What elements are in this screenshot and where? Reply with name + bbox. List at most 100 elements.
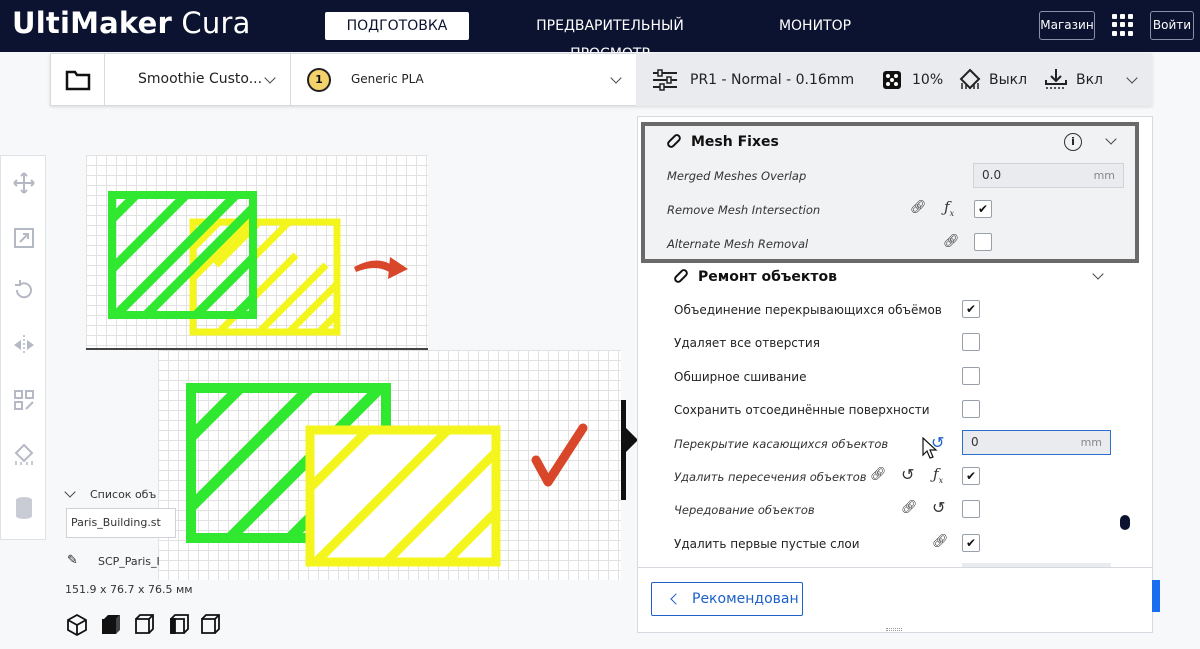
chevron-down-icon: [1126, 72, 1138, 84]
remove-empty-layers-label: Удалить первые пустые слои: [674, 537, 860, 551]
merged-overlap-value: 0.0: [982, 168, 1002, 182]
open-file-button[interactable]: [50, 53, 105, 106]
mesh-fixes-title: Mesh Fixes: [691, 134, 779, 150]
alternate-objects-label: Чередование объектов: [674, 503, 815, 517]
illustration-after: [158, 350, 621, 580]
infill-icon: [883, 71, 901, 89]
per-model-settings-icon[interactable]: [12, 388, 36, 412]
keep-disconnected-label: Сохранить отсоединённые поверхности: [674, 403, 930, 417]
overlap-before-drawing: [108, 191, 408, 336]
infill-value: 10%: [912, 72, 944, 88]
remove-object-intersection-label: Удалить пересечения объектов: [674, 470, 867, 484]
chevron-down-icon: [64, 486, 76, 498]
app-logo: UltiMaker Cura: [12, 6, 251, 40]
view-3d-icon: [67, 613, 87, 637]
overlap-after-drawing: [186, 383, 588, 567]
printer-name: Smoothie Custo...: [138, 71, 263, 87]
alternate-removal-checkbox[interactable]: [974, 233, 992, 251]
remove-holes-checkbox[interactable]: [962, 333, 980, 351]
object-list-item[interactable]: Paris_Building.st: [66, 508, 176, 538]
repair-title: Ремонт объектов: [698, 269, 837, 285]
project-name: SCP_Paris_I: [98, 555, 160, 568]
reset-icon[interactable]: ↺: [932, 498, 945, 517]
link-icon[interactable]: 🔗︎: [901, 500, 918, 515]
extruder-icon: 1: [307, 68, 331, 92]
view-buttons: [65, 613, 225, 637]
link-icon[interactable]: 🔗︎: [870, 467, 887, 482]
move-icon[interactable]: [12, 171, 36, 195]
scrollbar-handle[interactable]: [1120, 515, 1130, 530]
folder-icon: [65, 70, 91, 91]
support-icon: [959, 68, 981, 90]
cursor-icon: [922, 437, 938, 459]
brand-light: Cura: [181, 6, 251, 40]
login-button[interactable]: Войти: [1150, 11, 1194, 40]
chevron-left-icon: [670, 593, 682, 605]
view-left-icon: [170, 614, 189, 634]
material-name: Generic PLA: [351, 72, 424, 86]
illustration-before: [86, 155, 428, 350]
adhesion-value: Вкл: [1076, 72, 1104, 88]
sliders-icon: [653, 69, 677, 91]
cylinder-icon[interactable]: [12, 496, 36, 520]
union-overlap-checkbox[interactable]: ✔: [962, 300, 980, 318]
profile-name: PR1 - Normal - 0.16mm: [690, 72, 855, 88]
support-value: Выкл: [989, 72, 1028, 88]
printer-selector[interactable]: Smoothie Custo...: [118, 53, 290, 106]
scale-icon[interactable]: [12, 226, 36, 250]
repair-icon: [674, 269, 688, 283]
view-top-icon: [135, 614, 154, 634]
object-filename: Paris_Building.st: [71, 516, 161, 529]
tab-monitor[interactable]: МОНИТОР: [765, 12, 865, 40]
touching-overlap-value: 0: [971, 435, 979, 449]
mirror-icon[interactable]: [12, 333, 36, 357]
tab-prepare[interactable]: ПОДГОТОВКА: [325, 12, 469, 40]
alternate-removal-label: Alternate Mesh Removal: [667, 237, 809, 251]
function-icon[interactable]: ƒx: [944, 198, 954, 218]
marketplace-button[interactable]: Магазин: [1039, 11, 1095, 40]
support-blocker-icon[interactable]: [12, 443, 36, 467]
extensive-stitching-checkbox[interactable]: [962, 367, 980, 385]
chevron-down-icon: [610, 72, 622, 84]
remove-empty-layers-checkbox[interactable]: ✔: [962, 534, 980, 552]
print-settings-selector[interactable]: PR1 - Normal - 0.16mm 10% Выкл Вкл: [636, 53, 1152, 106]
material-selector[interactable]: 1 Generic PLA: [291, 53, 636, 106]
pencil-icon[interactable]: ✎: [67, 553, 78, 568]
view-right-icon: [201, 614, 220, 634]
object-list-header: Список объ: [90, 488, 157, 501]
remove-intersection-checkbox[interactable]: ✔: [974, 200, 992, 218]
union-overlap-label: Объединение перекрывающихся объёмов: [674, 303, 942, 317]
link-icon[interactable]: 🔗︎: [943, 234, 960, 249]
keep-disconnected-checkbox[interactable]: [962, 400, 980, 418]
info-icon[interactable]: i: [1064, 133, 1082, 151]
rotate-icon[interactable]: [12, 278, 36, 302]
alternate-objects-checkbox[interactable]: [962, 500, 980, 518]
tab-preview[interactable]: ПРЕДВАРИТЕЛЬНЫЙ ПРОСМОТР: [494, 12, 726, 62]
resize-handle[interactable]: [886, 628, 902, 631]
brand-bold: UltiMaker: [12, 6, 172, 40]
link-icon[interactable]: 🔗︎: [932, 534, 949, 549]
top-bar: UltiMaker Cura ПОДГОТОВКА ПРЕДВАРИТЕЛЬНЫ…: [0, 0, 1200, 62]
remove-intersection-label: Remove Mesh Intersection: [667, 203, 821, 217]
chevron-down-icon: [264, 72, 276, 84]
merged-overlap-label: Merged Meshes Overlap: [667, 169, 807, 183]
touching-overlap-label: Перекрытие касающихся объектов: [674, 437, 889, 451]
function-icon[interactable]: ƒx: [933, 465, 943, 485]
link-icon[interactable]: 🔗︎: [910, 200, 927, 215]
remove-object-intersection-checkbox[interactable]: ✔: [962, 467, 980, 485]
object-dimensions: 151.9 x 76.7 x 76.5 мм: [65, 583, 193, 596]
remove-holes-label: Удаляет все отверстия: [674, 336, 820, 350]
slice-button[interactable]: [1152, 580, 1160, 612]
unit-label: mm: [1080, 436, 1102, 449]
touching-overlap-input[interactable]: 0 mm: [962, 430, 1111, 455]
apps-grid-icon[interactable]: [1112, 14, 1134, 36]
adhesion-icon: [1045, 69, 1067, 89]
recommended-button[interactable]: Рекомендован: [651, 582, 803, 616]
mesh-fixes-icon: [667, 134, 681, 148]
reset-icon[interactable]: ↺: [901, 465, 914, 484]
recommended-label: Рекомендован: [692, 591, 799, 607]
red-check-icon: [531, 423, 588, 487]
unit-label: mm: [1093, 169, 1115, 182]
left-toolbar: [0, 155, 46, 540]
merged-overlap-input[interactable]: 0.0 mm: [973, 163, 1124, 188]
